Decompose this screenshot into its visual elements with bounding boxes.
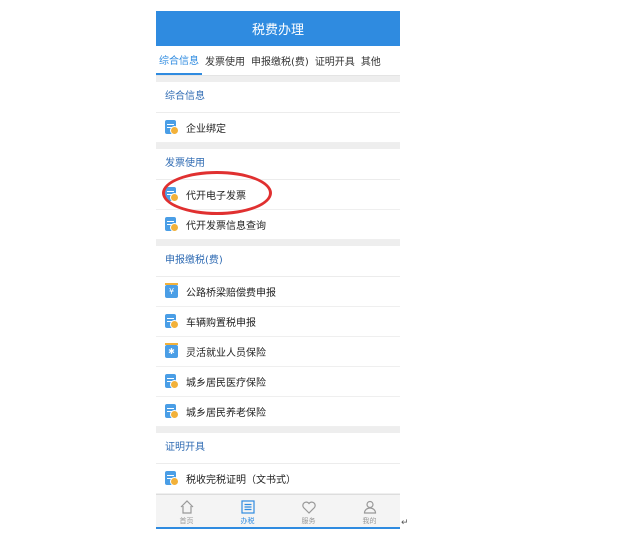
menu-item-vehicle-purchase-tax[interactable]: 车辆购置税申报: [156, 307, 400, 337]
document-icon: [165, 217, 179, 232]
highlight-ring: [162, 171, 272, 215]
nav-service[interactable]: 服务: [278, 495, 339, 529]
nav-label: 首页: [179, 516, 194, 525]
menu-item-label: 企业绑定: [186, 124, 226, 135]
heart-icon: [301, 501, 316, 514]
menu-item-medical-insurance[interactable]: 城乡居民医疗保险: [156, 367, 400, 397]
page-title: 税费办理: [251, 23, 304, 38]
menu-item-label: 车辆购置税申报: [186, 318, 256, 329]
user-icon: [363, 500, 376, 514]
menu-item-pension-insurance[interactable]: 城乡居民养老保险: [156, 397, 400, 427]
phone-screen: 税费办理 综合信息 发票使用 申报缴税(费) 证明开具 其他 综合信息 企业绑定…: [156, 11, 400, 529]
nav-tax-handling[interactable]: 办税: [217, 495, 278, 529]
home-icon: [180, 499, 193, 514]
nav-label: 我的: [362, 516, 377, 525]
nav-home[interactable]: 首页: [156, 495, 217, 529]
tab-other[interactable]: 其他: [358, 46, 384, 75]
menu-item-invoice-query[interactable]: 代开发票信息查询: [156, 210, 400, 240]
document-icon: [165, 314, 179, 329]
menu-item-label: 代开发票信息查询: [186, 221, 266, 232]
insurance-icon: ✱: [165, 343, 179, 359]
menu-item-label: 城乡居民养老保险: [186, 408, 266, 419]
document-icon: [165, 120, 179, 135]
tab-certificate[interactable]: 证明开具: [312, 46, 358, 75]
menu-item-tax-payment-certificate[interactable]: 税收完税证明（文书式）: [156, 464, 400, 494]
nav-label: 办税: [240, 516, 255, 525]
section-title: 申报缴税(费): [156, 246, 400, 277]
nav-mine[interactable]: 我的: [339, 495, 400, 529]
document-icon: [165, 471, 179, 486]
tab-tax-declaration[interactable]: 申报缴税(费): [248, 46, 312, 75]
menu-item-label: 灵活就业人员保险: [186, 348, 266, 359]
section-certificate: 证明开具 税收完税证明（文书式）: [156, 433, 400, 494]
bottom-nav: 首页 办税 服务 我的: [156, 494, 400, 529]
tab-bar: 综合信息 发票使用 申报缴税(费) 证明开具 其他: [156, 46, 400, 76]
menu-item-label: 公路桥梁赔偿费申报: [186, 288, 276, 299]
yuan-coin-icon: ¥: [165, 283, 179, 299]
menu-item-flexible-employment-insurance[interactable]: ✱ 灵活就业人员保险: [156, 337, 400, 367]
section-general-info: 综合信息 企业绑定: [156, 82, 400, 143]
section-title: 综合信息: [156, 82, 400, 113]
bottom-accent-line: [156, 527, 400, 529]
menu-item-road-bridge-fee[interactable]: ¥ 公路桥梁赔偿费申报: [156, 277, 400, 307]
menu-item-label: 城乡居民医疗保险: [186, 378, 266, 389]
section-title: 证明开具: [156, 433, 400, 464]
menu-item-label: 税收完税证明（文书式）: [186, 475, 296, 486]
document-icon: [165, 374, 179, 389]
nav-label: 服务: [301, 516, 316, 525]
return-mark: ↵: [401, 518, 409, 528]
section-tax-declaration: 申报缴税(费) ¥ 公路桥梁赔偿费申报 车辆购置税申报 ✱ 灵活就业人员保险 城…: [156, 246, 400, 427]
list-icon: [240, 499, 255, 514]
tab-invoice-use[interactable]: 发票使用: [202, 46, 248, 75]
document-icon: [165, 404, 179, 419]
menu-item-enterprise-binding[interactable]: 企业绑定: [156, 113, 400, 143]
app-header: 税费办理: [156, 11, 400, 46]
tab-general-info[interactable]: 综合信息: [156, 46, 202, 75]
